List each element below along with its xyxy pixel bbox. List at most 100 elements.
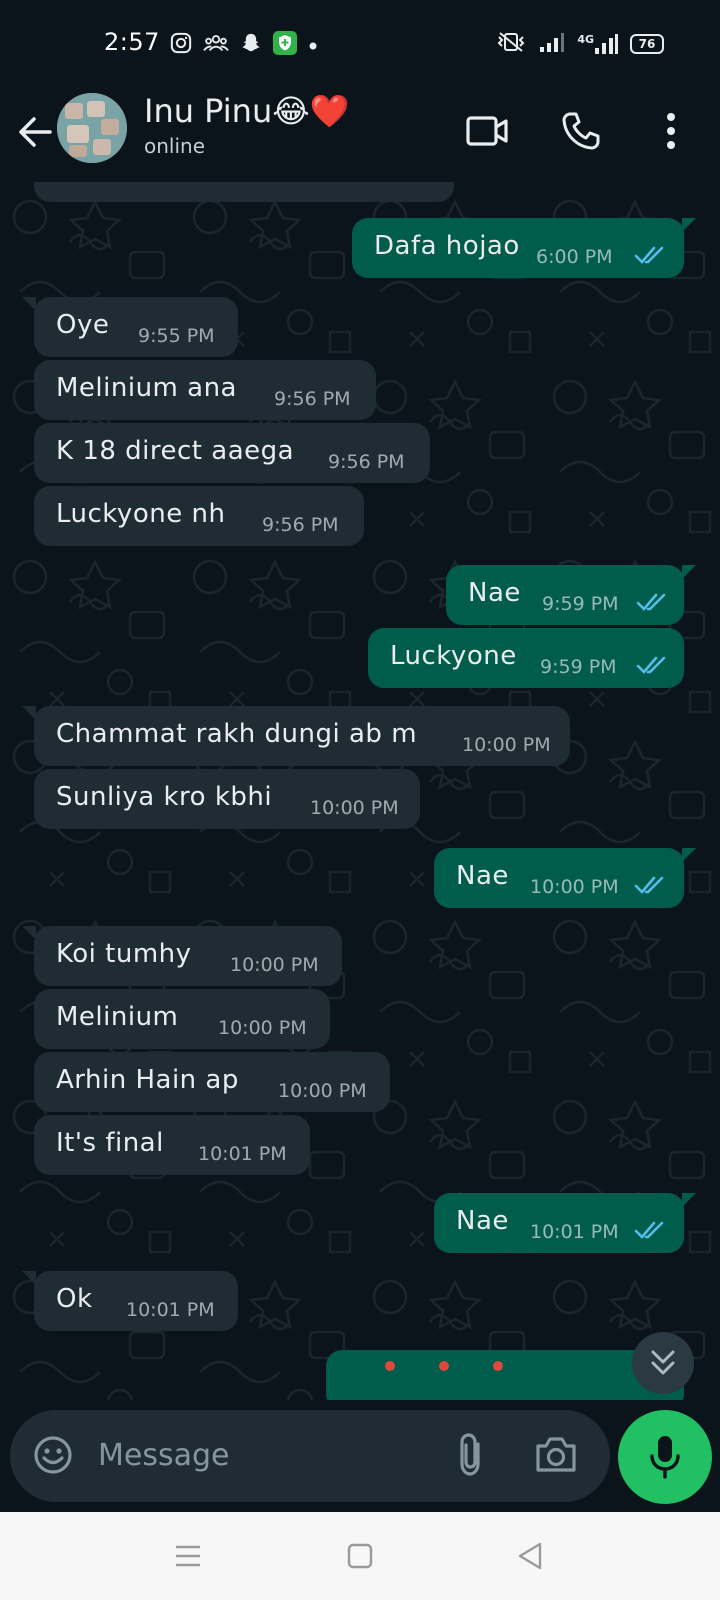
video-call-icon [466,116,508,146]
dot-indicator [308,36,318,55]
triangle-back-icon [518,1542,542,1570]
message-bubble[interactable]: Sunliya kro kbhi 10:00 PM [34,769,420,829]
message-text: Luckyone [390,641,517,671]
message-time: 10:01 PM [198,1143,287,1165]
message-bubble[interactable]: Koi tumhy 10:00 PM [22,926,342,986]
message-time: 10:01 PM [126,1299,215,1321]
recent-apps-button[interactable] [168,1536,208,1576]
chat-area[interactable]: Dafa hojao 6:00 PM Oye 9:55 PM Melinium … [0,182,720,1400]
message-time: 10:00 PM [530,876,619,898]
message-text: Sunliya kro kbhi [56,782,273,812]
group-icon [203,32,229,58]
message-text: Oye [56,310,110,340]
voice-message-button[interactable] [618,1410,712,1504]
message-bubble[interactable]: Nae 9:59 PM [446,565,696,625]
double-chevron-down-icon [651,1350,675,1375]
voice-call-button[interactable] [556,106,606,156]
more-vertical-icon [667,113,675,149]
arrow-left-icon [19,117,52,147]
read-ticks-icon [636,593,666,611]
message-bubble[interactable]: Arhin Hain ap 10:00 PM [34,1052,390,1112]
message-time: 9:59 PM [542,593,619,615]
message-time: 9:59 PM [540,656,617,678]
message-bubble[interactable]: Chammat rakh dungi ab m 10:00 PM [22,706,570,766]
system-icons: 4G 76 [495,28,664,60]
attach-button[interactable] [456,1432,486,1482]
camera-icon [536,1437,576,1472]
message-bubble[interactable]: Ok 10:01 PM [22,1271,238,1331]
message-time: 10:00 PM [218,1017,307,1039]
square-icon [347,1543,373,1569]
emoji-button[interactable] [32,1434,74,1480]
instagram-icon [170,32,192,58]
status-time: 2:57 [104,28,160,56]
notification-icons [170,30,318,60]
status-bar: 2:57 4G 76 [0,0,720,86]
battery-icon: 76 [630,34,664,54]
contact-status: online [144,134,206,158]
message-time: 9:56 PM [328,451,405,473]
message-text: It's final [56,1128,164,1158]
chat-header: Inu Pinu😂❤️ online [0,86,720,182]
back-nav-button[interactable] [510,1536,550,1576]
contact-name[interactable]: Inu Pinu😂❤️ [144,92,349,130]
message-bubble[interactable]: Luckyone nh 9:56 PM [34,486,364,546]
message-bubble-partial[interactable] [326,1350,684,1400]
message-time: 10:00 PM [462,734,551,756]
message-text: Ok [56,1284,93,1314]
vpn-shield-icon [273,31,297,59]
message-bubble[interactable]: K 18 direct aaega 9:56 PM [34,423,430,483]
pushpin-emoji-icon [385,1361,503,1371]
message-bubble[interactable]: Luckyone 9:59 PM [368,628,684,688]
mic-icon [650,1436,680,1479]
message-text: Chammat rakh dungi ab m [56,719,418,749]
message-bubble[interactable]: Oye 9:55 PM [22,297,238,357]
signal-4g-icon: 4G [577,33,618,55]
message-text: Luckyone nh [56,499,226,529]
home-button[interactable] [340,1536,380,1576]
paperclip-icon [460,1433,480,1476]
message-bubble[interactable]: Melinium ana 9:56 PM [34,360,376,420]
message-bubble[interactable]: Nae 10:01 PM [434,1193,696,1253]
signal-icon [539,31,565,57]
phone-icon [562,112,600,150]
snapchat-icon [240,32,262,58]
message-text: Koi tumhy [56,939,192,969]
message-bubble[interactable]: Nae 10:00 PM [434,848,696,908]
message-text: Melinium [56,1002,179,1032]
read-ticks-icon [634,1221,664,1239]
message-text: Arhin Hain ap [56,1065,239,1095]
message-time: 6:00 PM [536,246,613,268]
message-time: 10:01 PM [530,1221,619,1243]
read-ticks-icon [634,876,664,894]
menu-lines-icon [176,1545,200,1567]
message-time: 9:56 PM [262,514,339,536]
message-text: Melinium ana [56,373,237,403]
read-ticks-icon [636,656,666,674]
message-bubble[interactable]: It's final 10:01 PM [34,1115,310,1175]
message-time: 10:00 PM [278,1080,367,1102]
back-button[interactable] [14,110,58,154]
message-text: Dafa hojao [374,231,520,261]
read-ticks-icon [634,246,664,264]
message-bubble[interactable]: Melinium 10:00 PM [34,989,330,1049]
message-bubble[interactable]: Dafa hojao 6:00 PM [352,218,696,278]
message-text: K 18 direct aaega [56,436,295,466]
message-time: 9:55 PM [138,325,215,347]
message-composer [10,1410,610,1502]
message-text: Nae [468,578,521,608]
message-time: 10:00 PM [230,954,319,976]
vibrate-mute-icon [495,31,527,57]
video-call-button[interactable] [462,106,512,156]
message-text: Nae [456,861,509,891]
message-time: 9:56 PM [274,388,351,410]
more-options-button[interactable] [646,106,696,156]
camera-button[interactable] [534,1434,578,1478]
message-text: Nae [456,1206,509,1236]
scroll-to-bottom-button[interactable] [632,1332,694,1394]
system-nav-bar [0,1512,720,1600]
avatar[interactable] [57,93,127,163]
message-input[interactable] [98,1430,428,1480]
message-time: 10:00 PM [310,797,399,819]
emoji-icon [34,1436,72,1474]
